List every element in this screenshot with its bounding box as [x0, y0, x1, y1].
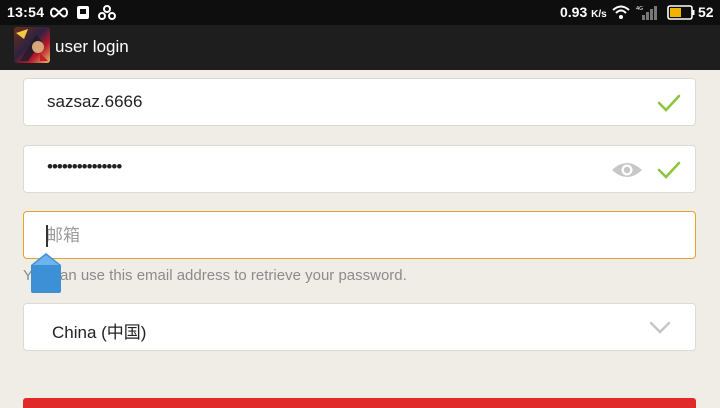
- country-value: China (中国): [52, 323, 147, 342]
- login-form: sazsaz.6666 ••••••••••••••• You can use …: [0, 70, 720, 408]
- net-speed: 0.93 K/s: [560, 4, 607, 20]
- page-title: user login: [55, 37, 129, 56]
- username-value: sazsaz.6666: [47, 92, 143, 111]
- status-time: 13:54: [7, 4, 45, 20]
- svg-text:4G: 4G: [636, 6, 643, 12]
- signal-icon: 4G: [636, 6, 657, 20]
- password-value: •••••••••••••••: [47, 157, 122, 176]
- username-field[interactable]: sazsaz.6666: [23, 78, 696, 126]
- chevron-down-icon: [649, 321, 671, 334]
- submit-button[interactable]: [23, 398, 696, 408]
- show-password-eye-icon[interactable]: [611, 159, 643, 181]
- app-logo-icon: [14, 27, 50, 63]
- text-cursor: [46, 225, 48, 247]
- email-hint: You can use this email address to retrie…: [23, 267, 407, 284]
- battery-icon: [667, 5, 695, 20]
- email-input[interactable]: [46, 224, 646, 248]
- email-field[interactable]: [23, 211, 696, 259]
- country-select[interactable]: China (中国): [23, 303, 696, 351]
- battery-level: 52: [698, 4, 714, 20]
- check-icon: [657, 161, 681, 179]
- share-icon: [98, 5, 116, 20]
- status-bar: 13:54 0.93 K/s 4G 52: [0, 0, 720, 25]
- text-selection-handle[interactable]: [31, 253, 61, 293]
- notification-icon: [77, 6, 89, 19]
- wifi-icon: [612, 5, 630, 19]
- check-icon: [657, 94, 681, 112]
- app-bar: user login: [0, 25, 720, 70]
- password-field[interactable]: •••••••••••••••: [23, 145, 696, 193]
- infinity-icon: [50, 7, 68, 18]
